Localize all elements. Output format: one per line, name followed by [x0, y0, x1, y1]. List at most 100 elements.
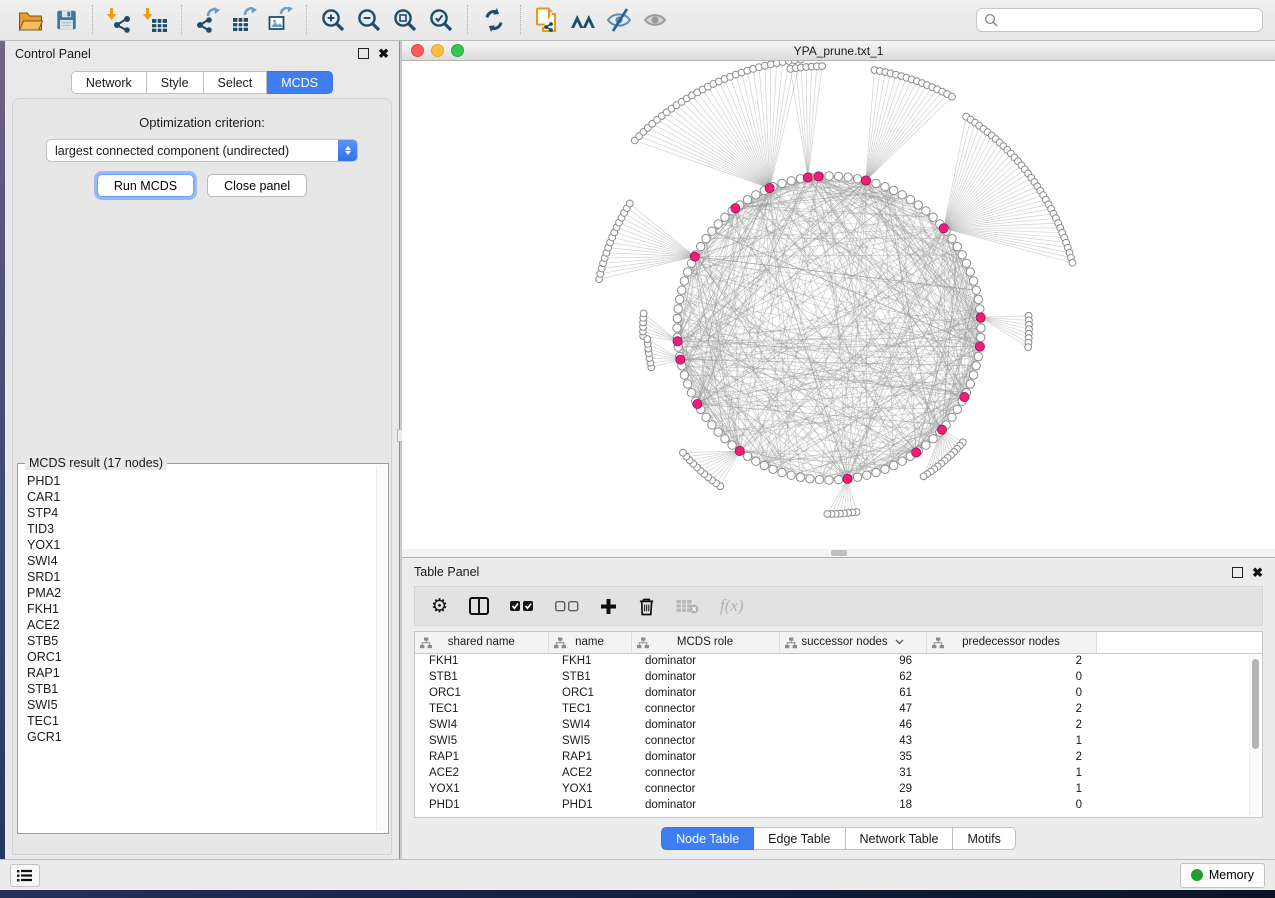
network-node[interactable]	[863, 471, 871, 479]
network-node[interactable]	[890, 186, 898, 194]
table-cell[interactable]: 2	[926, 749, 1096, 765]
table-cell[interactable]: 29	[779, 781, 926, 797]
network-node[interactable]	[697, 242, 705, 250]
column-header-name[interactable]: name	[548, 632, 631, 653]
network-node[interactable]	[834, 476, 842, 484]
network-node[interactable]	[949, 93, 956, 100]
table-cell[interactable]: TEC1	[415, 701, 548, 717]
deselect-all-button[interactable]	[555, 593, 579, 619]
network-node[interactable]	[974, 295, 982, 303]
export-network-button[interactable]	[190, 4, 226, 36]
mcds-result-item[interactable]: STB5	[20, 633, 375, 649]
tab-mcds[interactable]: MCDS	[267, 71, 333, 94]
network-node[interactable]	[962, 259, 970, 267]
network-node[interactable]	[796, 473, 804, 481]
network-node[interactable]	[680, 371, 688, 379]
mcds-result-item[interactable]: PMA2	[20, 585, 375, 601]
column-header-MCDS-role[interactable]: MCDS role	[631, 632, 779, 653]
export-table-button[interactable]	[226, 4, 262, 36]
mcds-hub-node[interactable]	[676, 355, 685, 364]
table-cell[interactable]: connector	[631, 765, 779, 781]
network-node[interactable]	[881, 465, 889, 473]
table-cell[interactable]: 0	[926, 797, 1096, 813]
network-node[interactable]	[769, 465, 777, 473]
network-node[interactable]	[640, 310, 647, 317]
close-panel-icon[interactable]: ✖	[378, 48, 389, 59]
network-node[interactable]	[953, 405, 961, 413]
network-node[interactable]	[898, 457, 906, 465]
table-cell[interactable]: YOX1	[415, 781, 548, 797]
network-node[interactable]	[708, 227, 716, 235]
mcds-hub-node[interactable]	[861, 176, 870, 185]
mcds-hub-node[interactable]	[735, 446, 744, 455]
mcds-result-item[interactable]: GCR1	[20, 729, 375, 745]
function-builder-button[interactable]: f(x)	[720, 593, 744, 619]
zoom-selected-button[interactable]	[423, 4, 459, 36]
column-header-predecessor-nodes[interactable]: predecessor nodes	[926, 632, 1096, 653]
network-node[interactable]	[976, 305, 984, 313]
table-row[interactable]: STB1STB1dominator620	[415, 669, 1262, 685]
share-document-button[interactable]	[529, 4, 565, 36]
network-node[interactable]	[898, 191, 906, 199]
hide-selected-button[interactable]	[601, 4, 637, 36]
select-all-button[interactable]	[510, 593, 534, 619]
table-cell[interactable]: YOX1	[548, 781, 631, 797]
table-cell[interactable]: dominator	[631, 653, 779, 669]
mcds-hub-node[interactable]	[976, 313, 985, 322]
table-cell[interactable]: dominator	[631, 749, 779, 765]
table-cell[interactable]: dominator	[631, 797, 779, 813]
network-node[interactable]	[676, 295, 684, 303]
table-cell[interactable]: 35	[779, 749, 926, 765]
table-cell[interactable]: 18	[779, 797, 926, 813]
mcds-result-item[interactable]: TID3	[20, 521, 375, 537]
network-node[interactable]	[721, 213, 729, 221]
table-tab-motifs[interactable]: Motifs	[953, 827, 1015, 850]
table-cell[interactable]: 96	[779, 653, 926, 669]
mcds-result-item[interactable]: ORC1	[20, 649, 375, 665]
network-node[interactable]	[853, 473, 861, 481]
table-row[interactable]: RAP1RAP1dominator352	[415, 749, 1262, 765]
table-cell[interactable]: ACE2	[415, 765, 548, 781]
network-node[interactable]	[872, 468, 880, 476]
export-image-button[interactable]	[262, 4, 298, 36]
table-cell[interactable]: 1	[926, 765, 1096, 781]
table-cell[interactable]: TEC1	[548, 701, 631, 717]
window-close-icon[interactable]	[411, 44, 424, 57]
delete-table-button[interactable]	[676, 593, 699, 619]
table-cell[interactable]: PHD1	[548, 797, 631, 813]
table-row[interactable]: TEC1TEC1connector472	[415, 701, 1262, 717]
mcds-hub-node[interactable]	[939, 224, 948, 233]
network-node[interactable]	[977, 324, 985, 332]
window-minimize-icon[interactable]	[431, 44, 444, 57]
search-field[interactable]	[976, 8, 1263, 32]
table-tab-network-table[interactable]: Network Table	[846, 827, 954, 850]
table-cell[interactable]: 61	[779, 685, 926, 701]
table-cell[interactable]: SWI4	[415, 717, 548, 733]
window-maximize-icon[interactable]	[451, 44, 464, 57]
network-canvas[interactable]	[402, 61, 1275, 557]
network-node[interactable]	[966, 380, 974, 388]
network-node[interactable]	[881, 183, 889, 191]
table-tab-node-table[interactable]: Node Table	[661, 827, 754, 850]
mcds-result-item[interactable]: CAR1	[20, 489, 375, 505]
mcds-result-item[interactable]: TEC1	[20, 713, 375, 729]
network-node[interactable]	[1025, 344, 1032, 351]
zoom-fit-button[interactable]	[387, 4, 423, 36]
network-node[interactable]	[752, 191, 760, 199]
network-node[interactable]	[974, 352, 982, 360]
network-node[interactable]	[969, 371, 977, 379]
network-node[interactable]	[966, 268, 974, 276]
search-input[interactable]	[1004, 12, 1255, 28]
network-node[interactable]	[778, 468, 786, 476]
table-row[interactable]: ORC1ORC1dominator610	[415, 685, 1262, 701]
table-cell[interactable]: 46	[779, 717, 926, 733]
network-node[interactable]	[815, 476, 823, 484]
table-cell[interactable]: ACE2	[548, 765, 631, 781]
mcds-hub-node[interactable]	[843, 474, 852, 483]
table-cell[interactable]: FKH1	[415, 653, 548, 669]
table-vscrollbar[interactable]	[1249, 655, 1260, 815]
network-node[interactable]	[929, 435, 937, 443]
network-node[interactable]	[728, 441, 736, 449]
network-node[interactable]	[844, 173, 852, 181]
table-cell[interactable]: connector	[631, 701, 779, 717]
